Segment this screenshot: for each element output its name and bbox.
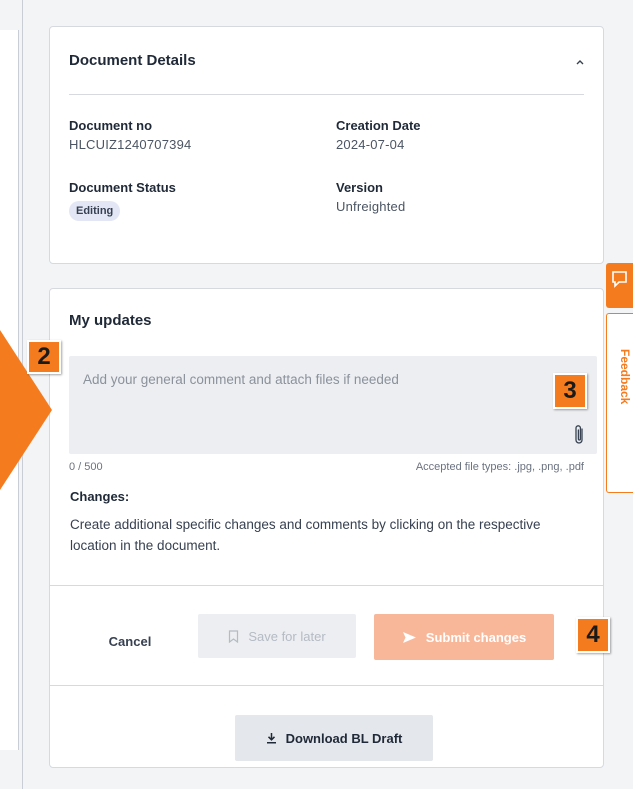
feedback-tab-label: Feedback	[618, 349, 632, 405]
accepted-file-types: Accepted file types: .jpg, .png, .pdf	[415, 461, 584, 473]
download-icon	[266, 733, 276, 744]
my-updates-card: My updates Add your general comment and …	[49, 288, 604, 768]
download-bl-draft-button[interactable]: Download BL Draft	[235, 715, 433, 761]
step-4-badge: 4	[576, 617, 610, 653]
creation-date-value: 2024-07-04	[336, 137, 405, 152]
status-badge: Editing	[69, 201, 121, 221]
speech-bubble-icon	[612, 271, 627, 288]
document-details-title: Document Details	[69, 52, 196, 69]
document-no-value: HLCUIZ1240707394	[69, 137, 192, 152]
version-label: Version	[336, 180, 383, 195]
char-count: 0 / 500	[69, 461, 103, 473]
feedback-tab[interactable]: Feedback	[606, 313, 633, 493]
step-3-badge: 3	[553, 373, 587, 409]
document-details-card: Document Details Document no HLCUIZ12407…	[49, 26, 604, 264]
document-sidebar: Document Details Document no HLCUIZ12407…	[34, 0, 618, 789]
document-status-label: Document Status	[69, 180, 176, 195]
divider	[69, 94, 584, 95]
chevron-up-icon[interactable]	[575, 57, 585, 67]
divider	[50, 585, 603, 586]
creation-date-label: Creation Date	[336, 118, 421, 133]
comment-textarea[interactable]: Add your general comment and attach file…	[69, 356, 597, 454]
my-updates-title: My updates	[69, 312, 152, 329]
cancel-button[interactable]: Cancel	[90, 619, 170, 663]
changes-description: Create additional specific changes and c…	[70, 517, 541, 553]
document-no-label: Document no	[69, 118, 153, 133]
submit-changes-button[interactable]: Submit changes	[374, 614, 554, 660]
comment-placeholder: Add your general comment and attach file…	[83, 372, 399, 387]
send-icon	[402, 631, 416, 643]
save-for-later-button[interactable]: Save for later	[198, 614, 356, 658]
save-for-later-label: Save for later	[248, 628, 326, 644]
divider	[50, 685, 603, 686]
cancel-button-label: Cancel	[108, 633, 152, 649]
download-bl-draft-label: Download BL Draft	[285, 730, 403, 746]
submit-changes-label: Submit changes	[425, 629, 527, 645]
feedback-icon[interactable]	[606, 263, 633, 308]
bookmark-icon	[229, 629, 239, 643]
step-2-badge: 2	[27, 340, 61, 374]
version-value: Unfreighted	[336, 199, 406, 214]
changes-label: Changes:	[70, 489, 130, 504]
paperclip-icon[interactable]	[573, 424, 587, 446]
